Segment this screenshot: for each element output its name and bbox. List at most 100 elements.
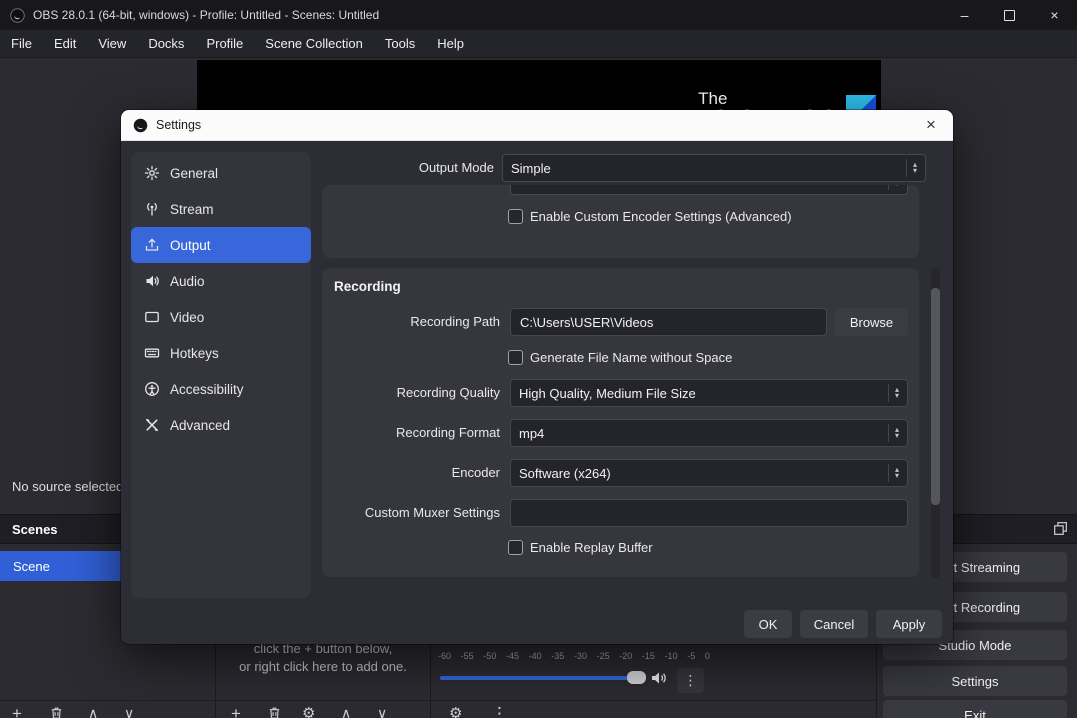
mixer-options-button[interactable]: ⋮ [677,668,704,693]
nav-label: Advanced [170,417,231,433]
nav-label: Accessibility [170,381,244,397]
output-mode-select[interactable]: Simple ▴ ▾ [502,154,926,182]
nav-label: Hotkeys [170,345,219,361]
custom-encoder-checkbox[interactable] [508,209,523,224]
cancel-button[interactable]: Cancel [800,610,868,638]
obs-main-window: OBS 28.0.1 (64-bit, windows) - Profile: … [0,0,1077,718]
recording-quality-select[interactable]: High Quality, Medium File Size ▴ ▾ [510,379,908,407]
scenes-dock-title: Scenes [12,521,58,537]
filename-space-label: Generate File Name without Space [530,350,733,365]
settings-nav-stream[interactable]: Stream [131,191,311,227]
scene-up-button[interactable]: ∧ [88,705,98,718]
scene-down-button[interactable]: ∨ [124,705,134,718]
dock-toolbar-divider [0,700,876,701]
db-label: -35 [551,651,565,661]
remove-source-button[interactable] [267,705,282,718]
source-up-button[interactable]: ∧ [341,705,351,718]
replay-buffer-checkbox[interactable] [508,540,523,555]
settings-nav-audio[interactable]: Audio [131,263,311,299]
volume-slider-handle[interactable] [627,671,646,684]
mixer-kebab-icon[interactable]: ⋮ [491,705,508,718]
settings-nav-advanced[interactable]: Advanced [131,407,311,443]
kebab-menu-icon: ⋮ [683,672,698,688]
apply-button[interactable]: Apply [876,610,942,638]
db-label: -50 [483,651,497,661]
recording-format-value: mp4 [519,425,545,441]
replay-buffer-label: Enable Replay Buffer [530,540,653,555]
db-label: -25 [596,651,610,661]
close-button[interactable]: × [1032,0,1077,30]
stream-icon [147,202,157,216]
settings-nav-output[interactable]: Output [131,227,311,263]
filename-space-checkbox[interactable] [508,350,523,365]
settings-dialog-titlebar: Settings × [121,110,953,141]
dock-float-icon[interactable] [1052,520,1069,540]
menu-item-scene-collection[interactable]: Scene Collection [254,31,374,57]
settings-nav-accessibility[interactable]: Accessibility [131,371,311,407]
recording-format-select[interactable]: mp4 ▴ ▾ [510,419,908,447]
recording-quality-value: High Quality, Medium File Size [519,385,696,401]
nav-label: Audio [170,273,205,289]
encoder-value: Software (x264) [519,465,611,481]
volume-db-scale: -60 -55 -50 -45 -40 -35 -30 -25 -20 -15 … [438,651,710,661]
mixer-gear-icon[interactable]: ⚙ [449,705,462,718]
db-label: -15 [641,651,655,661]
db-label: -10 [664,651,678,661]
custom-muxer-label: Custom Muxer Settings [364,505,500,520]
accessibility-icon [145,382,159,396]
clipped-streaming-field[interactable]: ▴▾ [510,185,908,195]
nav-label: Stream [170,201,214,217]
speaker-icon[interactable] [650,670,668,689]
db-label: -60 [438,651,452,661]
maximize-button[interactable] [987,0,1032,30]
source-properties-gear-icon[interactable]: ⚙ [302,705,315,718]
db-label: -20 [619,651,633,661]
db-label: -40 [528,651,542,661]
spinner-icon: ▴▾ [887,384,899,402]
settings-dialog: Settings × General Stream Output Audio V… [121,110,953,644]
encoder-select[interactable]: Software (x264) ▴ ▾ [510,459,908,487]
sources-hint-line2: or right click here to add one. [239,659,407,674]
window-title: OBS 28.0.1 (64-bit, windows) - Profile: … [33,8,380,22]
menu-item-view[interactable]: View [87,31,137,57]
hotkeys-icon [144,348,160,358]
settings-dialog-icon [133,118,148,133]
settings-nav-hotkeys[interactable]: Hotkeys [131,335,311,371]
spinner-icon: ▴▾ [887,464,899,482]
db-label: 0 [704,651,710,661]
output-mode-label: Output Mode [418,160,494,175]
recording-path-input[interactable] [510,308,827,336]
settings-nav-general[interactable]: General [131,155,311,191]
nav-label: General [170,165,219,181]
settings-nav-video[interactable]: Video [131,299,311,335]
recording-path-label: Recording Path [410,314,500,329]
remove-scene-button[interactable] [49,705,64,718]
add-source-button[interactable]: + [231,705,241,718]
settings-button[interactable]: Settings [883,666,1067,696]
custom-muxer-input[interactable] [510,499,908,527]
menu-bar: File Edit View Docks Profile Scene Colle… [0,30,1077,58]
source-down-button[interactable]: ∨ [377,705,387,718]
minimize-button[interactable]: – [942,0,987,30]
exit-button[interactable]: Exit [883,700,1067,718]
dialog-close-button[interactable]: × [909,110,953,140]
add-scene-button[interactable]: + [12,705,22,718]
recording-group: Recording Recording Path Browse Generate… [322,268,919,577]
db-label: -5 [687,651,696,661]
menu-item-help[interactable]: Help [426,31,475,57]
menu-item-edit[interactable]: Edit [43,31,87,57]
video-icon [145,311,159,323]
watermark-line1: The [698,89,728,108]
gear-icon [144,165,160,181]
browse-button[interactable]: Browse [835,308,908,336]
no-source-label: No source selected [12,479,124,494]
settings-dialog-title: Settings [156,118,202,132]
menu-item-profile[interactable]: Profile [195,31,254,57]
menu-item-tools[interactable]: Tools [374,31,426,57]
dialog-scrollbar-thumb[interactable] [931,288,940,505]
ok-button[interactable]: OK [744,610,792,638]
volume-slider[interactable] [440,676,646,680]
menu-item-file[interactable]: File [0,31,43,57]
recording-format-label: Recording Format [395,425,500,440]
menu-item-docks[interactable]: Docks [137,31,195,57]
